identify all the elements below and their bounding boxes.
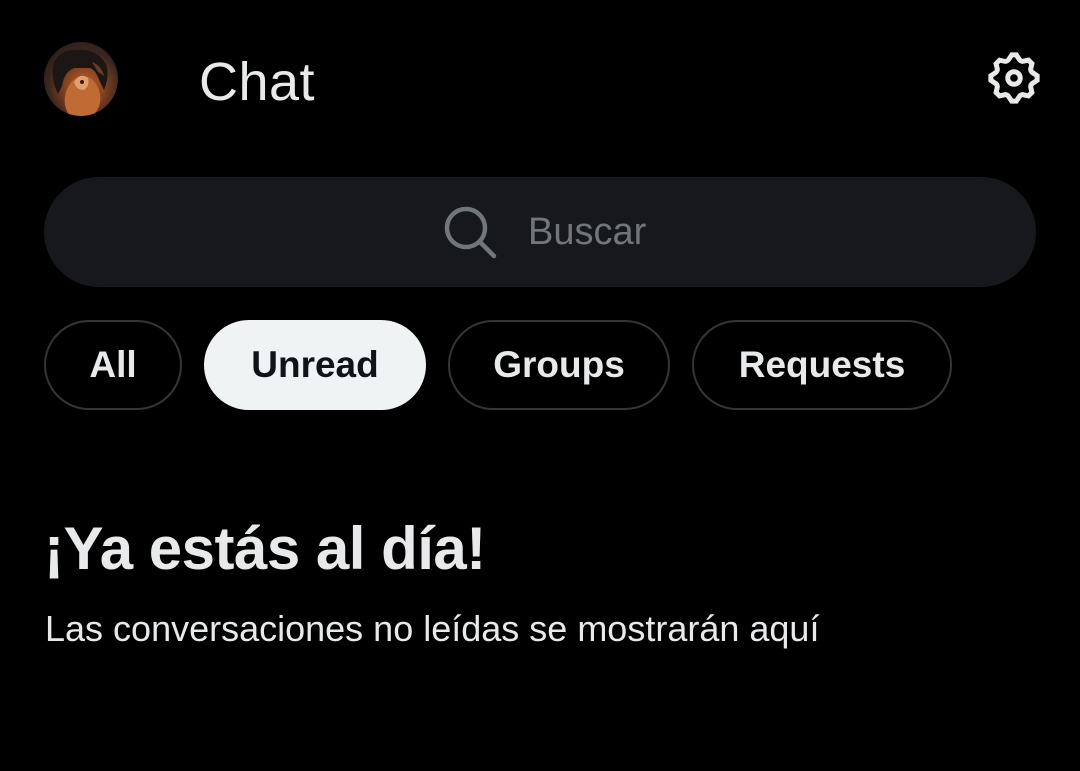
avatar-image: [52, 49, 108, 116]
search-bar[interactable]: Buscar: [44, 177, 1036, 287]
empty-state-title: ¡Ya estás al día!: [44, 515, 486, 582]
settings-button[interactable]: [984, 48, 1044, 108]
gear-icon: [988, 52, 1040, 104]
page-title: Chat: [199, 52, 316, 112]
search-placeholder: Buscar: [528, 211, 647, 253]
filter-chip-groups[interactable]: Groups: [448, 320, 670, 410]
filter-chip-unread[interactable]: Unread: [204, 320, 426, 410]
search-content: Buscar: [442, 177, 646, 287]
filter-chip-all[interactable]: All: [44, 320, 182, 410]
search-icon: [444, 206, 497, 259]
empty-state-subtitle: Las conversaciones no leídas se mostrará…: [45, 608, 820, 649]
profile-avatar[interactable]: [44, 42, 118, 116]
top-bar: Chat: [0, 0, 1080, 160]
filter-chip-requests[interactable]: Requests: [692, 320, 952, 410]
